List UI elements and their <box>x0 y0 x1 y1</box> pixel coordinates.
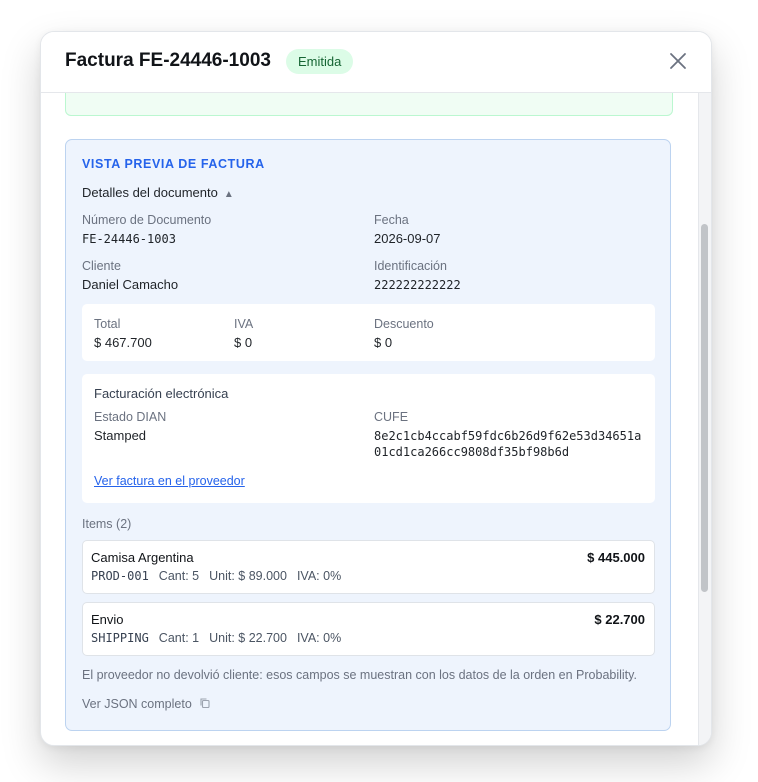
item-meta: SHIPPING Cant: 1 Unit: $ 22.700 IVA: 0% <box>91 631 341 645</box>
item-unit-price: Unit: $ 22.700 <box>209 631 287 645</box>
item-name: Envio <box>91 612 124 627</box>
modal-title: Factura FE-24446-1003 <box>65 50 271 71</box>
item-unit-price: Unit: $ 89.000 <box>209 569 287 583</box>
e-invoice-title: Facturación electrónica <box>94 386 229 401</box>
doc-number: FE-24446-1003 <box>82 232 176 246</box>
modal-header: Factura FE-24446-1003 Emitida <box>41 32 711 93</box>
iva-value: $ 0 <box>234 335 253 350</box>
cufe-line-1: 8e2c1cb4ccabf59fdc6b26d9f62e53d34651a <box>374 429 642 443</box>
list-item: Envio $ 22.700 SHIPPING Cant: 1 Unit: $ 22… <box>82 602 655 656</box>
item-qty: Cant: 1 <box>158 631 200 645</box>
triangle-up-icon: ▲ <box>223 189 234 200</box>
items-count-label: Items (2) <box>82 517 132 531</box>
cufe-line-2: 01cd1ca266cc9808df35bf98b6d <box>374 445 570 459</box>
total-value: $ 467.700 <box>94 335 152 350</box>
invoice-modal: Factura FE-24446-1003 Emitida VISTA PREV… <box>40 31 712 746</box>
invoice-preview: VISTA PREVIA DE FACTURA Detalles del doc… <box>65 139 671 731</box>
item-code: SHIPPING <box>91 631 149 645</box>
view-json-label: Ver JSON completo <box>82 697 192 711</box>
date-value: 2026-09-07 <box>374 231 441 246</box>
section-title: VISTA PREVIA DE FACTURA <box>82 157 265 171</box>
item-price: $ 22.700 <box>594 612 645 627</box>
close-icon <box>670 53 686 69</box>
total-label: Total <box>94 317 121 331</box>
status-badge: Emitida <box>286 49 354 74</box>
provider-note: El proveedor no devolvió cliente: esos c… <box>82 668 637 682</box>
close-button[interactable] <box>667 50 689 72</box>
item-meta: PROD-001 Cant: 5 Unit: $ 89.000 IVA: 0% <box>91 569 341 583</box>
item-price: $ 445.000 <box>587 550 645 565</box>
item-name: Camisa Argentina <box>91 550 194 565</box>
id-label: Identificación <box>374 259 447 273</box>
doc-number-label: Número de Documento <box>82 213 212 227</box>
view-json-button[interactable]: Ver JSON completo <box>82 697 211 711</box>
details-toggle[interactable]: Detalles del documento ▲ <box>82 185 234 200</box>
item-qty: Cant: 5 <box>158 569 200 583</box>
modal-body: VISTA PREVIA DE FACTURA Detalles del doc… <box>41 93 699 745</box>
dian-status-value: Stamped <box>94 428 147 443</box>
id-value: 222222222222 <box>374 278 461 292</box>
details-toggle-label: Detalles del documento <box>82 185 218 200</box>
list-item: Camisa Argentina $ 445.000 PROD-001 Cant:… <box>82 540 655 594</box>
provider-invoice-link[interactable]: Ver factura en el proveedor <box>94 474 245 488</box>
scrollbar-thumb[interactable] <box>701 224 708 592</box>
cufe-label: CUFE <box>374 410 409 424</box>
totals-card: Total $ 467.700 IVA $ 0 Descuento $ 0 <box>82 304 655 361</box>
copy-icon <box>200 698 210 709</box>
item-iva: IVA: 0% <box>296 569 342 583</box>
date-label: Fecha <box>374 213 409 227</box>
discount-value: $ 0 <box>374 335 393 350</box>
item-code: PROD-001 <box>91 569 149 583</box>
client-value: Daniel Camacho <box>82 277 179 292</box>
iva-label: IVA <box>234 317 254 331</box>
item-iva: IVA: 0% <box>296 631 342 645</box>
discount-label: Descuento <box>374 317 434 331</box>
actions-panel <box>65 93 673 116</box>
e-invoice-card: Facturación electrónica Estado DIAN Stam… <box>82 374 655 503</box>
client-label: Cliente <box>82 259 121 273</box>
dian-status-label: Estado DIAN <box>94 410 167 424</box>
